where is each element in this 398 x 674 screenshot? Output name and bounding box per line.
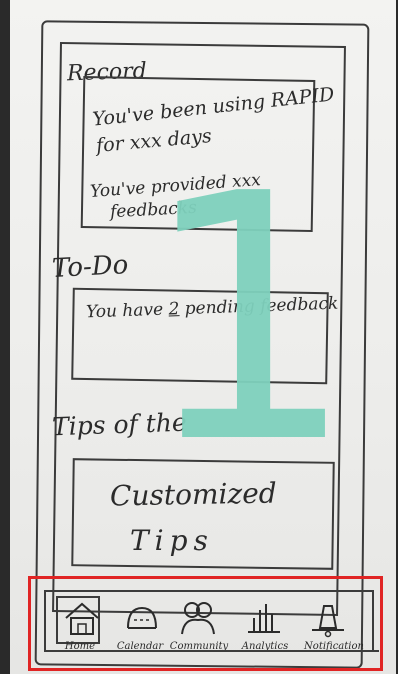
tips-title: Tips of the (51, 407, 188, 442)
pending-prefix: You have (85, 299, 169, 323)
tips-body-line2: Tips (130, 524, 214, 557)
tips-body-line1: Customized (109, 476, 277, 513)
todo-title: To-Do (51, 250, 129, 284)
tab-bar-highlight (28, 576, 383, 671)
